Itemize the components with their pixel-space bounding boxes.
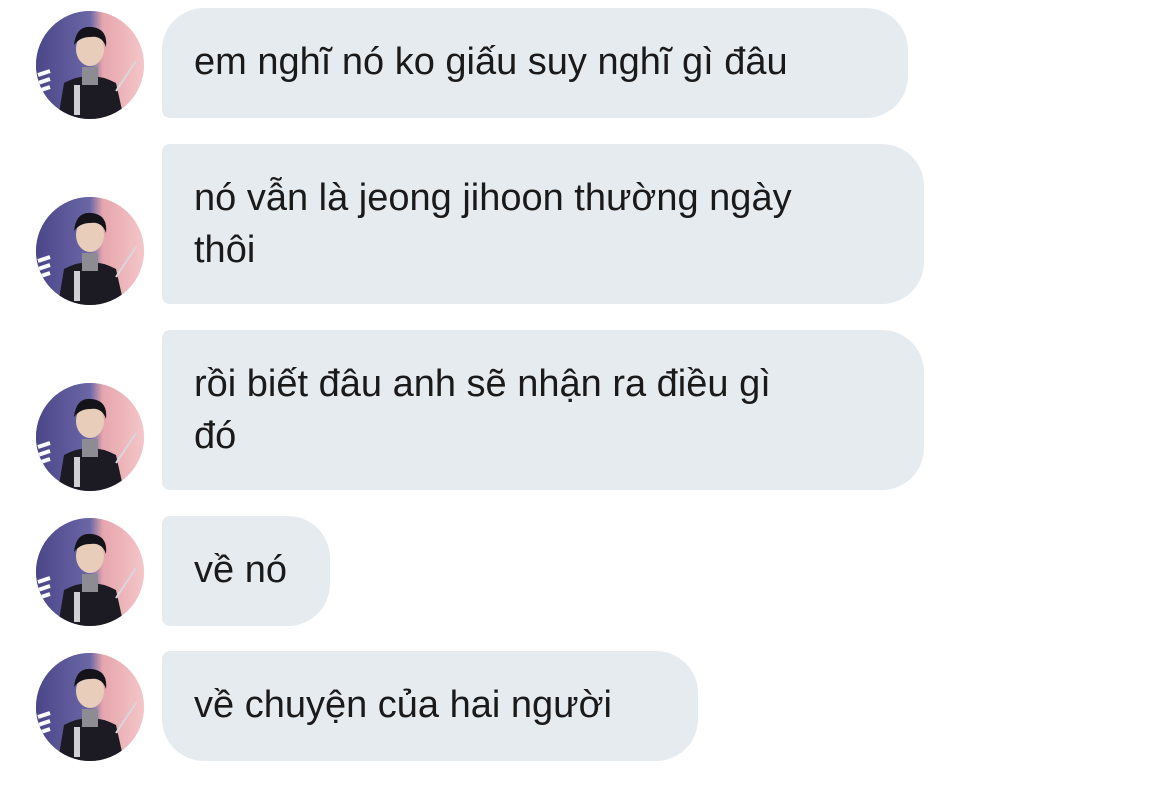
message-bubble[interactable]: em nghĩ nó ko giấu suy nghĩ gì đâu	[162, 8, 908, 118]
message-bubble[interactable]: nó vẫn là jeong jihoon thường ngày thôi	[162, 144, 924, 304]
avatar[interactable]	[36, 653, 144, 761]
message-bubble[interactable]: rồi biết đâu anh sẽ nhận ra điều gì đó	[162, 330, 924, 490]
profile-photo-icon	[36, 383, 144, 491]
message-text-line: nó vẫn là jeong jihoon thường ngày	[194, 177, 792, 219]
message-text: về nó	[194, 549, 287, 591]
message-text-line: đó	[194, 415, 237, 457]
profile-photo-icon	[36, 197, 144, 305]
avatar[interactable]	[36, 197, 144, 305]
avatar[interactable]	[36, 383, 144, 491]
avatar[interactable]	[36, 11, 144, 119]
message-text: em nghĩ nó ko giấu suy nghĩ gì đâu	[194, 41, 788, 83]
message-bubble[interactable]: về chuyện của hai người	[162, 651, 698, 761]
profile-photo-icon	[36, 518, 144, 626]
profile-photo-icon	[36, 11, 144, 119]
message-text-line: rồi biết đâu anh sẽ nhận ra điều gì	[194, 363, 771, 405]
profile-photo-icon	[36, 653, 144, 761]
avatar[interactable]	[36, 518, 144, 626]
message-text-line: thôi	[194, 229, 256, 271]
message-bubble[interactable]: về nó	[162, 516, 330, 626]
message-text: về chuyện của hai người	[194, 684, 612, 726]
